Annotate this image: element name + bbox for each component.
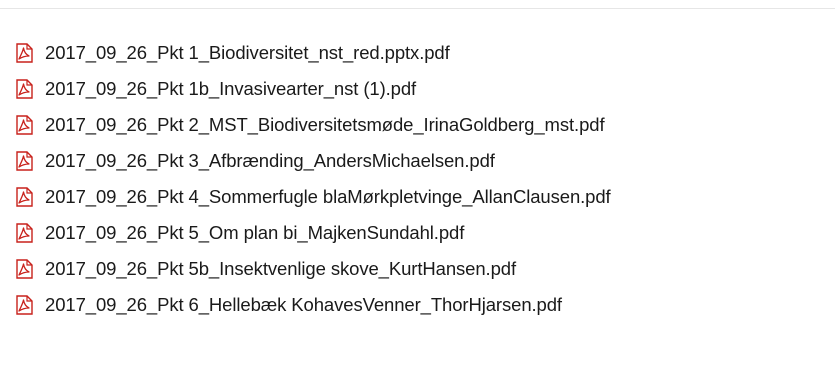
pdf-file-icon [16,115,33,135]
pdf-file-icon [16,259,33,279]
file-item[interactable]: 2017_09_26_Pkt 5b_Insektvenlige skove_Ku… [14,251,611,287]
pdf-file-icon [16,151,33,171]
file-item[interactable]: 2017_09_26_Pkt 1b_Invasivearter_nst (1).… [14,71,611,107]
file-item[interactable]: 2017_09_26_Pkt 1_Biodiversitet_nst_red.p… [14,35,611,71]
file-list: 2017_09_26_Pkt 1_Biodiversitet_nst_red.p… [14,35,611,323]
pdf-file-icon [16,295,33,315]
pdf-file-icon [16,43,33,63]
file-name: 2017_09_26_Pkt 5b_Insektvenlige skove_Ku… [45,258,517,279]
top-divider [0,0,835,9]
file-explorer-window: 2017_09_26_Pkt 1_Biodiversitet_nst_red.p… [0,0,835,367]
file-item[interactable]: 2017_09_26_Pkt 6_Hellebæk KohavesVenner_… [14,287,611,323]
pdf-file-icon [16,187,33,207]
file-item[interactable]: 2017_09_26_Pkt 4_Sommerfugle blaMørkplet… [14,179,611,215]
file-item[interactable]: 2017_09_26_Pkt 5_Om plan bi_MajkenSundah… [14,215,611,251]
pdf-file-icon [16,223,33,243]
file-name: 2017_09_26_Pkt 2_MST_Biodiversitetsmøde_… [45,114,605,135]
file-item[interactable]: 2017_09_26_Pkt 2_MST_Biodiversitetsmøde_… [14,107,611,143]
file-name: 2017_09_26_Pkt 1_Biodiversitet_nst_red.p… [45,42,450,63]
file-name: 2017_09_26_Pkt 3_Afbrænding_AndersMichae… [45,150,495,171]
file-name: 2017_09_26_Pkt 5_Om plan bi_MajkenSundah… [45,222,465,243]
file-name: 2017_09_26_Pkt 6_Hellebæk KohavesVenner_… [45,294,562,315]
file-name: 2017_09_26_Pkt 1b_Invasivearter_nst (1).… [45,78,417,99]
file-item[interactable]: 2017_09_26_Pkt 3_Afbrænding_AndersMichae… [14,143,611,179]
file-name: 2017_09_26_Pkt 4_Sommerfugle blaMørkplet… [45,186,611,207]
pdf-file-icon [16,79,33,99]
